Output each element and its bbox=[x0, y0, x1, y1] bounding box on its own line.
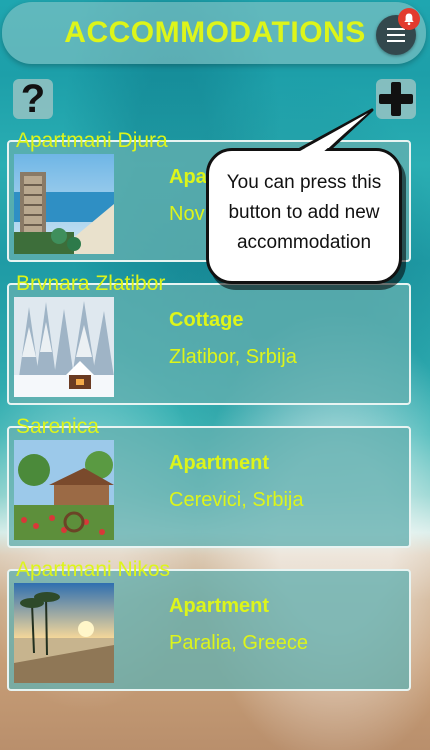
accommodation-location: Zlatibor, Srbija bbox=[169, 346, 297, 368]
accommodation-name: Brvnara Zlatibor bbox=[16, 272, 166, 295]
accommodation-name: Apartmani Nikos bbox=[16, 558, 171, 581]
accommodation-image bbox=[14, 154, 114, 254]
help-button[interactable]: ? bbox=[13, 79, 53, 119]
accommodation-type: Apartment bbox=[169, 452, 270, 474]
accommodation-card[interactable]: Apartment Paralia, Greece bbox=[7, 569, 411, 691]
accommodation-type: Apartment bbox=[169, 595, 270, 617]
accommodation-type: Cottage bbox=[169, 309, 244, 331]
accommodation-location: Paralia, Greece bbox=[169, 632, 308, 654]
accommodation-card[interactable]: Apartment Cerevici, Srbija bbox=[7, 426, 411, 548]
bell-icon bbox=[404, 13, 414, 25]
accommodation-image bbox=[14, 583, 114, 683]
accommodation-location: Nov bbox=[169, 203, 205, 225]
accommodation-card[interactable]: Cottage Zlatibor, Srbija bbox=[7, 283, 411, 405]
accommodation-name: Apartmani Djura bbox=[16, 129, 168, 152]
accommodation-image bbox=[14, 440, 114, 540]
accommodation-name: Sarenica bbox=[16, 415, 99, 438]
page-title: ACCOMMODATIONS bbox=[64, 16, 366, 49]
notification-button[interactable] bbox=[398, 8, 420, 30]
accommodation-image bbox=[14, 297, 114, 397]
tooltip-text: You can press this button to add new acc… bbox=[226, 172, 382, 253]
accommodation-location: Cerevici, Srbija bbox=[169, 489, 304, 511]
